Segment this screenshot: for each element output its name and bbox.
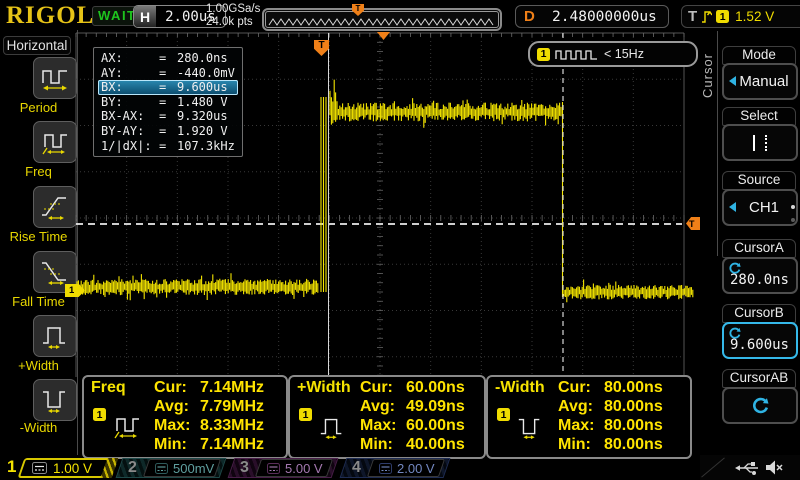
menu-tab-label: Cursor (700, 40, 716, 110)
memory-bar-waveform (267, 13, 497, 28)
sidebar-item-rise-time[interactable] (33, 186, 77, 228)
usb-icon (734, 460, 762, 476)
trigger-key-label: T (688, 8, 697, 25)
minus-width-icon (39, 385, 71, 415)
measurement-channel-badge: 1 (497, 408, 510, 421)
measurement-channel-badge: 1 (93, 408, 106, 421)
rigol-logo: RIGOL (6, 2, 94, 30)
square-wave-icon (555, 48, 599, 61)
mode-softkey[interactable]: Manual (722, 63, 798, 100)
sidebar-title: Horizontal (3, 36, 71, 55)
delay-value: 2.48000000us (541, 9, 668, 25)
sidebar-item-label: Period (0, 100, 77, 115)
measurement-channel-badge: 1 (299, 408, 312, 421)
channel1-number: 1 (7, 457, 16, 477)
dc-coupling-icon (155, 463, 168, 474)
readout-row-ay: AY:=-440.0mV (98, 66, 238, 81)
cursor-readout-box: AX:=280.0ns AY:=-440.0mV BX:=9.600us BY:… (93, 47, 243, 157)
period-icon (39, 63, 71, 93)
channel4-status[interactable]: 4 2.00 V (343, 458, 447, 478)
trigger-delay-control[interactable]: D 2.48000000us (515, 5, 669, 28)
trigger-source-badge: 1 (716, 10, 729, 23)
channel4-scale: 2.00 V (397, 461, 435, 476)
readout-row-by: BY:=1.480 V (98, 95, 238, 110)
sidebar-item-pos-width[interactable] (33, 315, 77, 357)
trigger-frequency-badge: 1 < 15Hz (528, 41, 698, 67)
channel3-status[interactable]: 3 5.00 V (231, 458, 335, 478)
dc-coupling-icon (267, 463, 280, 474)
readout-row-freq: 1/|dX|:=107.3kHz (98, 139, 238, 154)
waveform-memory-bar[interactable] (262, 8, 502, 31)
sidebar-item-label: Freq (0, 164, 77, 179)
readout-row-ax: AX:=280.0ns (98, 51, 238, 66)
menu-page-dot (791, 218, 795, 222)
readout-row-bx: BX:=9.600us (98, 80, 238, 95)
horizontal-measure-sidebar: Horizontal Period Freq (0, 30, 78, 455)
rise-time-icon (39, 192, 71, 222)
measurement-box-freq[interactable]: Freq 1 Cur:7.14MHz Avg:7.79MHz Max:8.33M… (82, 375, 288, 459)
freq-icon (110, 411, 144, 441)
sidebar-item-label: -Width (0, 420, 77, 435)
channel2-number: 2 (119, 459, 137, 477)
delay-key-label: D (516, 8, 541, 25)
channel2-status[interactable]: 2 500mV (119, 458, 223, 478)
memory-bar-window (265, 11, 499, 28)
source-header: Source (722, 171, 796, 190)
sample-rate: 1.00GSa/s (206, 3, 260, 16)
trigger-level-value: 1.52 V (735, 9, 774, 24)
dc-coupling-icon (379, 463, 392, 474)
channel2-scale: 500mV (173, 461, 214, 476)
cursor-ab-header: CursorAB (722, 369, 796, 388)
tray-divider (701, 457, 725, 477)
trigger-settings-control[interactable]: T 1 1.52 V (681, 5, 800, 28)
select-softkey[interactable] (722, 124, 798, 161)
cursor-a-header: CursorA (722, 239, 796, 258)
freq-icon (39, 127, 71, 157)
measurement-box-pos-width[interactable]: +Width 1 Cur:60.00ns Avg:49.09ns Max:60.… (288, 375, 486, 459)
rising-edge-icon (701, 9, 712, 24)
memory-depth: 24.0k pts (206, 16, 260, 29)
channel1-scale: 1.00 V (53, 461, 92, 476)
readout-row-byay: BY-AY:=1.920 V (98, 124, 238, 139)
status-icon-tray (700, 455, 800, 480)
sidebar-item-label: Rise Time (0, 229, 77, 244)
source-softkey[interactable]: CH1 (722, 189, 798, 226)
minus-width-icon (515, 413, 545, 441)
cursor-a-softkey[interactable]: 280.0ns (722, 257, 798, 294)
panel-divider (717, 31, 718, 256)
channel3-number: 3 (231, 459, 249, 477)
trigger-frequency-value: < 15Hz (604, 47, 644, 61)
sidebar-item-neg-width[interactable] (33, 379, 77, 421)
plus-width-icon (317, 413, 347, 441)
dc-coupling-icon (32, 462, 47, 474)
rotate-knob-icon (751, 397, 769, 415)
plus-width-icon (39, 321, 71, 351)
cursor-b-header: CursorB (722, 304, 796, 323)
oscilloscope-screen: RIGOL WAIT H 2.00us 1.00GSa/s 24.0k pts … (0, 0, 800, 480)
cursor-menu-panel: Cursor Mode Manual Select Source CH1 Cur… (700, 30, 800, 455)
trigger-freq-channel-badge: 1 (537, 48, 550, 61)
measurement-box-neg-width[interactable]: -Width 1 Cur:80.00ns Avg:80.00ns Max:80.… (486, 375, 692, 459)
channel4-number: 4 (343, 459, 361, 477)
sidebar-item-freq[interactable] (33, 121, 77, 163)
horizontal-key-label: H (134, 6, 156, 27)
fall-time-icon (39, 257, 71, 287)
cursor-select-icon (724, 126, 796, 159)
sample-rate-readout: 1.00GSa/s 24.0k pts (206, 3, 260, 28)
sidebar-item-label: +Width (0, 358, 77, 373)
cursor-ab-softkey[interactable] (722, 387, 798, 424)
channel1-status[interactable]: 1.00 V (21, 458, 107, 478)
readout-row-bxax: BX-AX:=9.320us (98, 109, 238, 124)
sidebar-item-period[interactable] (33, 57, 77, 99)
channel3-scale: 5.00 V (285, 461, 323, 476)
menu-page-dot (791, 205, 795, 209)
cursor-b-softkey[interactable]: 9.600us (722, 322, 798, 359)
speaker-muted-icon (764, 459, 784, 476)
